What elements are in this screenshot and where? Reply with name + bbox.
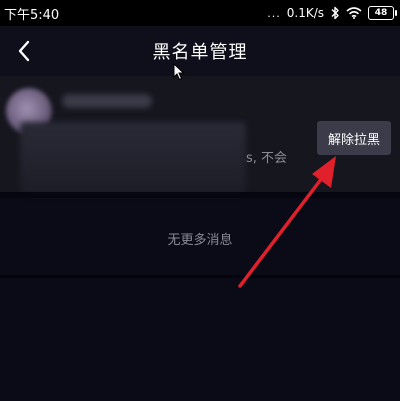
status-time: 下午5:40 <box>4 7 60 23</box>
blacklist-screen: 下午5:40 ... 0.1K/s 48 黑名单管理 s, 不会 解除拉黑 无更… <box>0 0 400 401</box>
status-bar: 下午5:40 ... 0.1K/s 48 <box>0 0 400 26</box>
status-indicators: ... 0.1K/s 48 <box>267 6 397 20</box>
blocked-user-row: s, 不会 解除拉黑 <box>0 76 400 194</box>
back-button[interactable] <box>12 38 36 64</box>
chevron-left-icon <box>18 40 30 62</box>
blurred-username <box>62 94 152 108</box>
divider <box>0 275 400 278</box>
divider <box>0 192 400 198</box>
unblock-button[interactable]: 解除拉黑 <box>317 121 391 155</box>
battery-icon: 48 <box>368 6 397 20</box>
no-more-messages-label: 无更多消息 <box>167 233 233 248</box>
top-nav-bar: 黑名单管理 <box>0 26 400 76</box>
page-title: 黑名单管理 <box>152 42 248 63</box>
bluetooth-icon <box>331 6 339 20</box>
user-bio-text: s, 不会 <box>246 151 288 166</box>
blurred-user-info <box>20 122 246 194</box>
network-speed: 0.1K/s <box>286 6 324 20</box>
notification-dots: ... <box>267 6 281 20</box>
wifi-icon <box>346 7 362 19</box>
mouse-cursor-icon <box>173 63 185 81</box>
